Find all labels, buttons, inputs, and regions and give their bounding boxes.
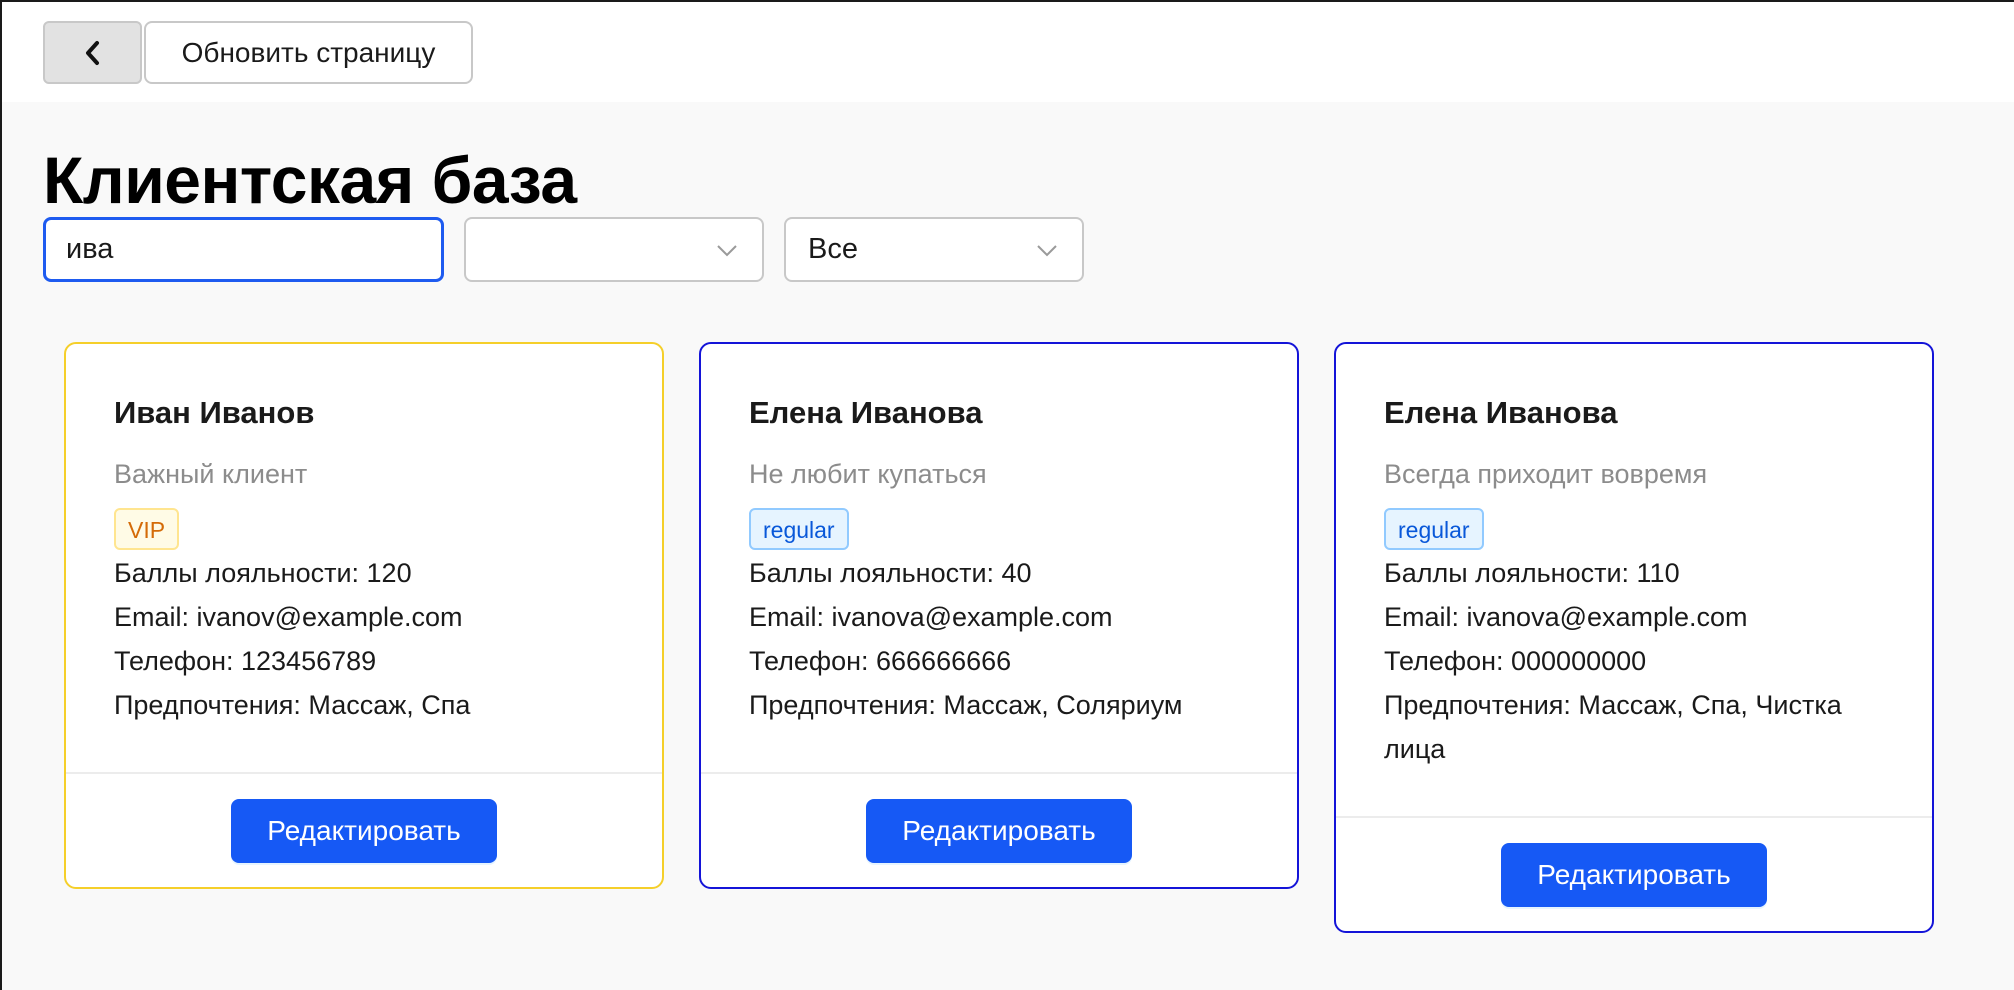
- loyalty-points: Баллы лояльности: 120: [114, 558, 412, 588]
- loyalty-points: Баллы лояльности: 40: [749, 558, 1032, 588]
- client-name: Елена Иванова: [749, 395, 983, 430]
- card-footer: Редактировать: [66, 772, 662, 887]
- client-tag: regular: [1384, 508, 1484, 550]
- client-preferences: Предпочтения: Массаж, Спа: [114, 690, 471, 720]
- edit-button[interactable]: Редактировать: [866, 798, 1132, 863]
- client-tag: regular: [749, 508, 849, 550]
- top-toolbar: Обновить страницу: [2, 2, 2014, 102]
- client-card: Елена Иванова Всегда приходит вовремя re…: [1334, 342, 1934, 933]
- status-select-value: Все: [808, 233, 858, 265]
- client-phone: Телефон: 123456789: [114, 646, 377, 676]
- client-phone: Телефон: 666666666: [749, 646, 1012, 676]
- client-email: Email: ivanova@example.com: [749, 602, 1113, 632]
- client-card: Елена Иванова Не любит купаться regular …: [699, 342, 1299, 889]
- chevron-down-icon: [1037, 245, 1057, 257]
- client-email: Email: ivanova@example.com: [1384, 602, 1748, 632]
- client-preferences: Предпочтения: Массаж, Соляриум: [749, 690, 1183, 720]
- category-select[interactable]: [464, 217, 764, 282]
- client-note: Важный клиент: [114, 459, 308, 489]
- client-email: Email: ivanov@example.com: [114, 602, 463, 632]
- status-select[interactable]: Все: [784, 217, 1084, 282]
- client-tag: VIP: [114, 508, 180, 550]
- client-note: Не любит купаться: [749, 459, 987, 489]
- client-phone: Телефон: 000000000: [1384, 646, 1647, 676]
- client-name: Елена Иванова: [1384, 395, 1618, 430]
- loyalty-points: Баллы лояльности: 110: [1384, 558, 1680, 588]
- client-name: Иван Иванов: [114, 395, 315, 430]
- chevron-left-icon: [85, 40, 99, 65]
- card-footer: Редактировать: [1336, 816, 1932, 931]
- chevron-down-icon: [717, 245, 737, 257]
- edit-button[interactable]: Редактировать: [1501, 842, 1767, 907]
- client-note: Всегда приходит вовремя: [1384, 459, 1708, 489]
- card-footer: Редактировать: [701, 772, 1297, 887]
- back-button[interactable]: [43, 21, 142, 84]
- edit-button[interactable]: Редактировать: [231, 798, 497, 863]
- refresh-page-button[interactable]: Обновить страницу: [144, 21, 473, 84]
- client-card: Иван Иванов Важный клиент VIP Баллы лоял…: [64, 342, 664, 889]
- page-title: Клиентская база: [43, 143, 577, 217]
- search-input[interactable]: [43, 217, 444, 282]
- client-preferences: Предпочтения: Массаж, Спа, Чистка лица: [1384, 690, 1842, 764]
